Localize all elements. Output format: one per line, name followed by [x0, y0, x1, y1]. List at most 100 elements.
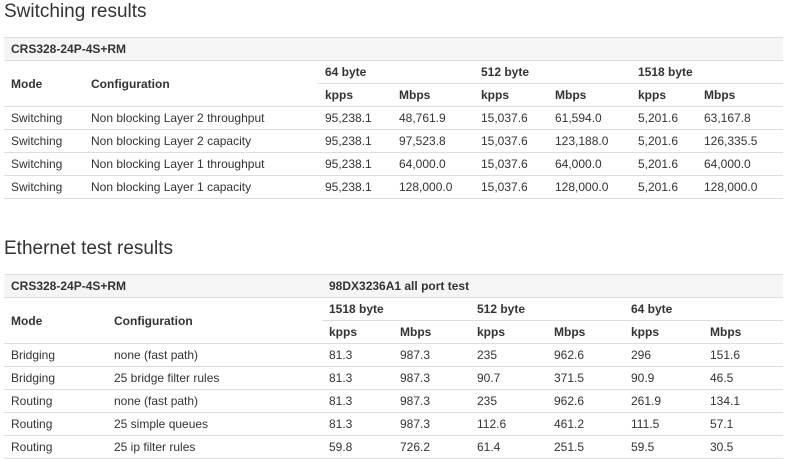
value-cell: 97,523.8 — [392, 129, 474, 153]
configuration-cell: Non blocking Layer 2 throughput — [84, 106, 318, 130]
table-row: Routing none (fast path) 81.3 987.3 235 962.6… — [4, 389, 784, 413]
mode-cell: Switching — [4, 175, 84, 199]
value-cell: 151.6 — [703, 343, 784, 367]
group-header: 512 byte — [474, 60, 631, 84]
value-cell: 90.9 — [624, 366, 703, 390]
unit-header: kpps — [322, 320, 393, 344]
table-row: Routing 25 ip filter rules 59.8 726.2 61.4 25… — [4, 435, 784, 459]
configuration-cell: Non blocking Layer 1 capacity — [84, 175, 318, 199]
value-cell: 5,201.6 — [631, 106, 697, 130]
value-cell: 95,238.1 — [318, 152, 392, 176]
value-cell: 95,238.1 — [318, 175, 392, 199]
switching-results-table: CRS328-24P-4S+RM Mode Configuration 64 b… — [4, 37, 784, 199]
unit-header: Mbps — [393, 320, 470, 344]
group-header: 1518 byte — [322, 297, 470, 321]
mode-cell: Switching — [4, 129, 84, 153]
table-row: Bridging 25 bridge filter rules 81.3 987.3 9… — [4, 366, 784, 390]
table-row: Switching Non blocking Layer 2 capacity 95… — [4, 129, 784, 153]
value-cell: 987.3 — [393, 366, 470, 390]
table-row: Switching Non blocking Layer 1 capacity 95… — [4, 175, 784, 199]
value-cell: 371.5 — [547, 366, 624, 390]
configuration-cell: 25 simple queues — [107, 412, 322, 436]
table-row: Switching Non blocking Layer 1 throughput… — [4, 152, 784, 176]
value-cell: 111.5 — [624, 412, 703, 436]
configuration-cell: Non blocking Layer 2 capacity — [84, 129, 318, 153]
switching-results-title: Switching results — [4, 1, 147, 22]
value-cell: 64,000.0 — [548, 152, 631, 176]
value-cell: 987.3 — [393, 343, 470, 367]
value-cell: 30.5 — [703, 435, 784, 459]
value-cell: 64,000.0 — [697, 152, 784, 176]
unit-header: Mbps — [548, 83, 631, 107]
value-cell: 128,000.0 — [697, 175, 784, 199]
value-cell: 57.1 — [703, 412, 784, 436]
value-cell: 15,037.6 — [474, 175, 548, 199]
value-cell: 64,000.0 — [392, 152, 474, 176]
value-cell: 461.2 — [547, 412, 624, 436]
value-cell: 95,238.1 — [318, 106, 392, 130]
table-row: Routing 25 simple queues 81.3 987.3 112.6 461… — [4, 412, 784, 436]
configuration-cell: 25 bridge filter rules — [107, 366, 322, 390]
configuration-header: Configuration — [84, 60, 318, 107]
value-cell: 128,000.0 — [548, 175, 631, 199]
unit-header: Mbps — [392, 83, 474, 107]
configuration-header: Configuration — [107, 297, 322, 344]
unit-header: Mbps — [547, 320, 624, 344]
test-name: 98DX3236A1 all port test — [322, 274, 784, 298]
value-cell: 296 — [624, 343, 703, 367]
mode-cell: Routing — [4, 389, 107, 413]
model-name: CRS328-24P-4S+RM — [4, 37, 784, 61]
unit-header: Mbps — [697, 83, 784, 107]
configuration-cell: none (fast path) — [107, 343, 322, 367]
value-cell: 15,037.6 — [474, 129, 548, 153]
value-cell: 15,037.6 — [474, 106, 548, 130]
mode-cell: Routing — [4, 412, 107, 436]
unit-header: kpps — [474, 83, 548, 107]
value-cell: 123,188.0 — [548, 129, 631, 153]
value-cell: 15,037.6 — [474, 152, 548, 176]
value-cell: 5,201.6 — [631, 129, 697, 153]
configuration-cell: 25 ip filter rules — [107, 435, 322, 459]
value-cell: 59.5 — [624, 435, 703, 459]
value-cell: 962.6 — [547, 343, 624, 367]
model-name: CRS328-24P-4S+RM — [4, 274, 322, 298]
value-cell: 726.2 — [393, 435, 470, 459]
mode-cell: Switching — [4, 152, 84, 176]
value-cell: 5,201.6 — [631, 152, 697, 176]
value-cell: 128,000.0 — [392, 175, 474, 199]
unit-header: kpps — [624, 320, 703, 344]
unit-header: kpps — [631, 83, 697, 107]
value-cell: 81.3 — [322, 366, 393, 390]
ethernet-results-title: Ethernet test results — [4, 238, 173, 259]
value-cell: 251.5 — [547, 435, 624, 459]
configuration-cell: none (fast path) — [107, 389, 322, 413]
value-cell: 134.1 — [703, 389, 784, 413]
value-cell: 90.7 — [470, 366, 547, 390]
unit-header: Mbps — [703, 320, 784, 344]
group-header: 512 byte — [470, 297, 624, 321]
group-header: 64 byte — [318, 60, 474, 84]
table-row: Switching Non blocking Layer 2 throughput… — [4, 106, 784, 130]
unit-header: kpps — [470, 320, 547, 344]
value-cell: 95,238.1 — [318, 129, 392, 153]
value-cell: 112.6 — [470, 412, 547, 436]
configuration-cell: Non blocking Layer 1 throughput — [84, 152, 318, 176]
table-row: Bridging none (fast path) 81.3 987.3 235 962.… — [4, 343, 784, 367]
value-cell: 81.3 — [322, 389, 393, 413]
value-cell: 61,594.0 — [548, 106, 631, 130]
value-cell: 81.3 — [322, 343, 393, 367]
unit-header: kpps — [318, 83, 392, 107]
value-cell: 61.4 — [470, 435, 547, 459]
value-cell: 261.9 — [624, 389, 703, 413]
value-cell: 81.3 — [322, 412, 393, 436]
value-cell: 59.8 — [322, 435, 393, 459]
value-cell: 962.6 — [547, 389, 624, 413]
value-cell: 5,201.6 — [631, 175, 697, 199]
mode-header: Mode — [4, 60, 84, 107]
mode-cell: Bridging — [4, 343, 107, 367]
value-cell: 48,761.9 — [392, 106, 474, 130]
value-cell: 235 — [470, 389, 547, 413]
value-cell: 987.3 — [393, 389, 470, 413]
mode-cell: Routing — [4, 435, 107, 459]
ethernet-results-table: CRS328-24P-4S+RM 98DX3236A1 all port tes… — [4, 274, 784, 459]
